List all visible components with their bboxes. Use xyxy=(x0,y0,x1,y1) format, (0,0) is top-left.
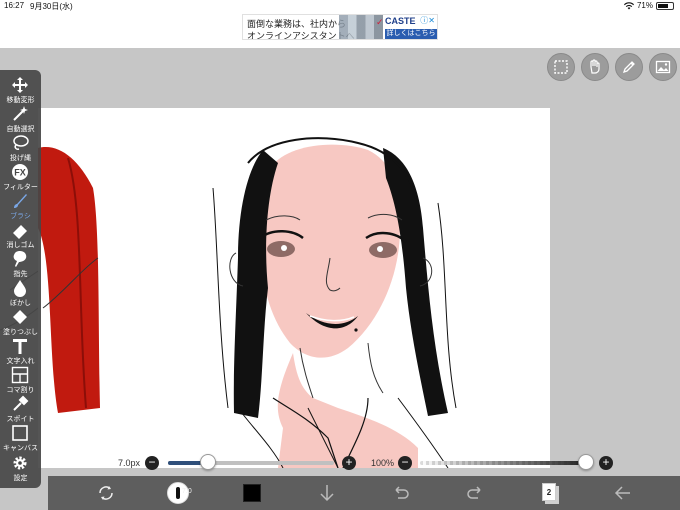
tool-label: 移動変形 xyxy=(6,97,35,104)
image-button[interactable] xyxy=(649,53,677,81)
panel-divide-icon xyxy=(11,366,29,384)
tool-label: コマ割り xyxy=(6,387,35,394)
image-icon xyxy=(655,60,671,74)
pen-button[interactable] xyxy=(615,53,643,81)
battery-percent: 71% xyxy=(636,1,653,10)
undo-button[interactable] xyxy=(388,480,414,506)
color-swatch-button[interactable] xyxy=(243,484,261,502)
ad-cta-button[interactable]: 詳しくはこちら xyxy=(385,29,437,39)
tool-label: フィルター xyxy=(3,184,38,191)
tool-text[interactable]: 文字入れ xyxy=(0,337,41,367)
opacity-minus-button[interactable]: − xyxy=(398,456,412,470)
tool-auto-select[interactable]: 自動選択 xyxy=(0,105,41,135)
brush-size-track[interactable] xyxy=(168,461,334,465)
ad-banner[interactable]: 面倒な業務は、社内から オンラインアシスタントへ ✓ CASTE 詳しくはこちら… xyxy=(242,14,438,40)
tool-filter[interactable]: FX フィルター xyxy=(0,163,41,193)
opacity-thumb[interactable] xyxy=(578,454,594,470)
left-toolbar: 移動変形 自動選択 投げ縄 FX フィルター ブラシ 消しゴム 指先 ぼかし 塗… xyxy=(0,70,41,488)
opacity-track[interactable] xyxy=(420,461,586,465)
brush-size-minus-button[interactable]: − xyxy=(145,456,159,470)
battery-icon xyxy=(656,1,674,10)
arrow-down-icon xyxy=(320,485,334,502)
brush-dot-icon xyxy=(176,487,180,499)
selection-button[interactable] xyxy=(547,53,575,81)
top-area: 面倒な業務は、社内から オンラインアシスタントへ ✓ CASTE 詳しくはこちら… xyxy=(0,12,680,48)
arrow-left-icon xyxy=(614,486,630,500)
tool-label: キャンバス xyxy=(3,445,38,452)
tool-label: スポイト xyxy=(6,416,35,423)
tool-label: ぼかし xyxy=(10,300,31,307)
drawing-canvas[interactable] xyxy=(38,108,550,468)
brush-icon xyxy=(14,194,27,208)
rotate-icon xyxy=(99,486,113,500)
brush-size-thumb[interactable] xyxy=(199,454,216,470)
layers-button[interactable]: 2 xyxy=(542,483,556,501)
tool-label: 設定 xyxy=(13,475,28,482)
brush-size-plus-button[interactable]: + xyxy=(342,456,356,470)
download-button[interactable] xyxy=(314,480,340,506)
move-arrows-icon xyxy=(12,77,28,93)
opacity-plus-button[interactable]: + xyxy=(599,456,613,470)
gear-icon xyxy=(13,456,27,470)
brush-size-num: 7.0 xyxy=(182,488,192,495)
lasso-icon xyxy=(13,135,29,150)
finger-smudge-icon xyxy=(13,251,27,267)
bottom-bar: 7.0 2 xyxy=(48,476,680,510)
fx-icon: FX xyxy=(12,164,28,180)
tool-lasso[interactable]: 投げ縄 xyxy=(0,134,41,164)
wifi-icon xyxy=(623,1,634,9)
svg-text:FX: FX xyxy=(14,168,26,178)
ad-brand-mark-icon: ✓ xyxy=(376,17,384,27)
bucket-fill-icon xyxy=(13,310,27,324)
status-right: 71% xyxy=(623,1,674,10)
tool-label: 文字入れ xyxy=(6,358,35,365)
ad-brand: CASTE xyxy=(385,16,416,26)
eraser-icon xyxy=(13,225,27,239)
status-time: 16:27 xyxy=(4,1,25,10)
magic-wand-icon xyxy=(13,106,28,121)
hand-button[interactable] xyxy=(581,53,609,81)
tool-eyedropper[interactable]: スポイト xyxy=(0,395,41,425)
tool-label: ブラシ xyxy=(10,213,31,220)
selection-icon xyxy=(554,60,568,74)
canvas-drawing xyxy=(38,137,457,468)
status-date: 9月30日(水) xyxy=(30,2,73,11)
pen-icon xyxy=(622,61,635,74)
tool-finger[interactable]: 指先 xyxy=(0,250,41,280)
tool-label: 消しゴム xyxy=(6,242,35,249)
status-bar: 16:27 9月30日(水) 71% xyxy=(0,0,680,12)
brush-size-label: 7.0px xyxy=(118,458,141,468)
tool-label: 指先 xyxy=(13,271,28,278)
redo-icon xyxy=(467,486,481,499)
rotate-button[interactable] xyxy=(93,480,119,506)
tool-label: 自動選択 xyxy=(6,126,35,133)
tool-move-transform[interactable]: 移動変形 xyxy=(0,76,41,106)
tool-eraser[interactable]: 消しゴム xyxy=(0,221,41,251)
eyedropper-icon xyxy=(13,395,29,411)
tool-fill[interactable]: 塗りつぶし xyxy=(0,308,41,338)
ad-close-icon[interactable]: ⓘ✕ xyxy=(420,15,435,26)
blur-drop-icon xyxy=(14,280,26,297)
tool-label: 投げ縄 xyxy=(10,155,31,162)
opacity-label: 100% xyxy=(371,458,395,468)
tool-canvas[interactable]: キャンバス xyxy=(0,424,41,454)
redo-button[interactable] xyxy=(462,480,488,506)
hand-icon xyxy=(590,59,600,74)
back-button[interactable] xyxy=(610,480,636,506)
canvas-icon xyxy=(12,425,28,441)
tool-label: 塗りつぶし xyxy=(2,329,39,336)
tool-blur[interactable]: ぼかし xyxy=(0,279,41,309)
tool-brush[interactable]: ブラシ xyxy=(0,192,41,222)
tool-panel[interactable]: コマ割り xyxy=(0,366,41,396)
text-T-icon xyxy=(13,339,27,354)
tool-settings[interactable]: 設定 xyxy=(0,454,41,484)
undo-icon xyxy=(395,486,409,499)
